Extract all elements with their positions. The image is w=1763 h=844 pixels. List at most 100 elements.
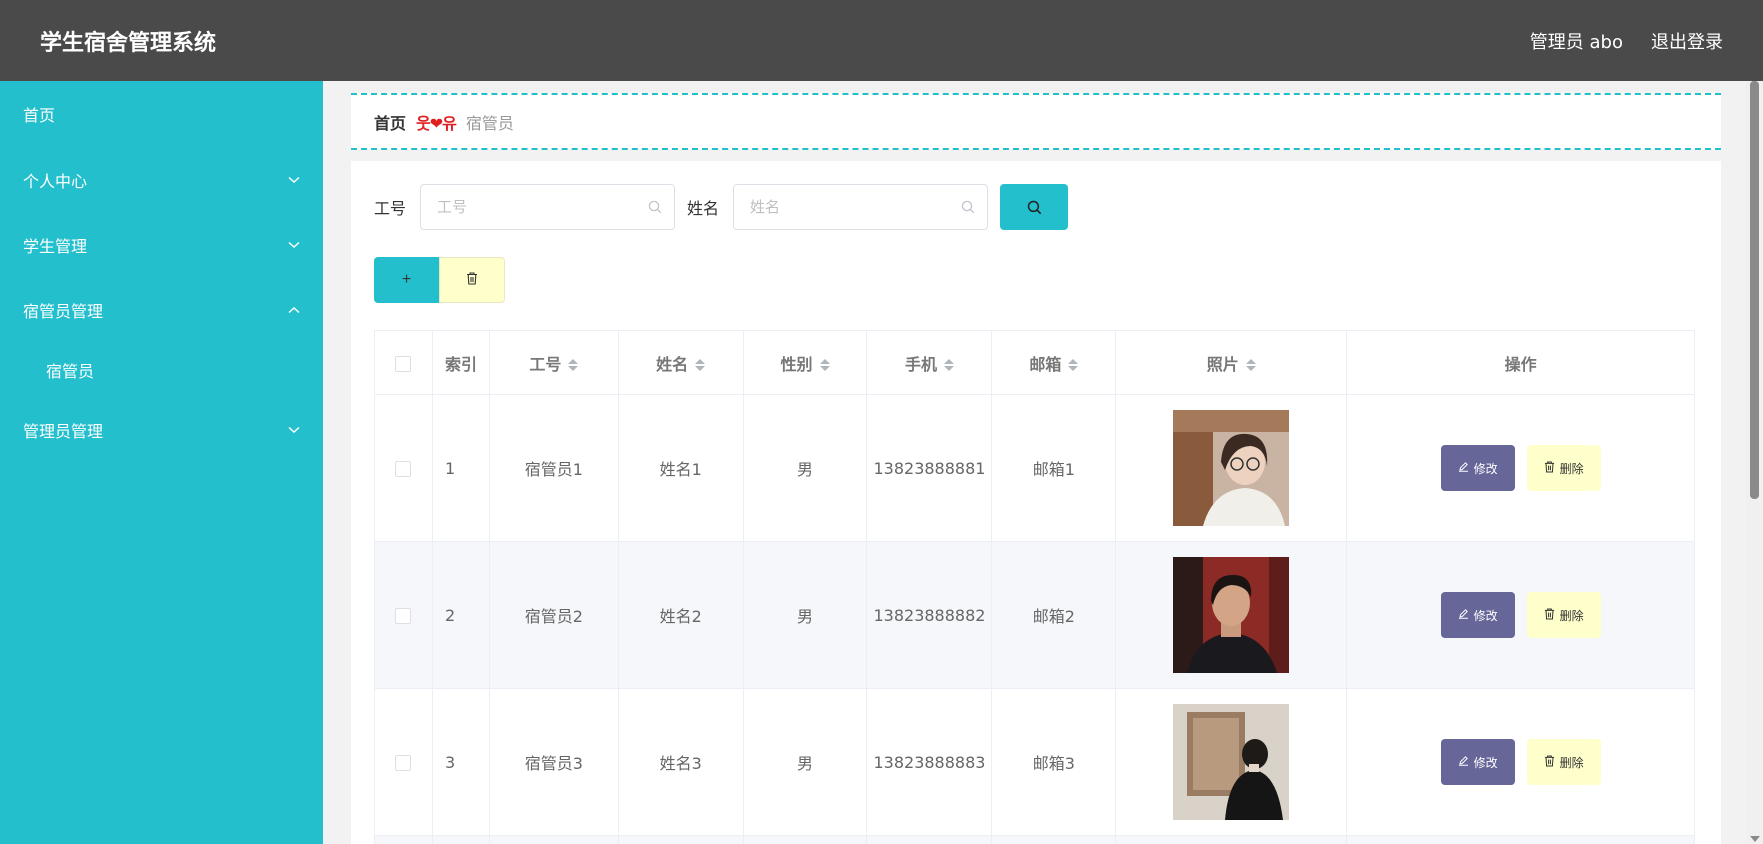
staff-id-cell: 宿管员3 xyxy=(488,688,619,836)
delete-button-label: 删除 xyxy=(1559,461,1584,476)
chevron-down-icon xyxy=(287,423,301,437)
sidebar-menu: 首页 个人中心 学生管理 宿管员管理 宿管员 管理员管理 xyxy=(0,81,323,844)
edit-button[interactable]: 修改 xyxy=(1440,592,1515,638)
staff-id-cell: 宿管员1 xyxy=(488,394,619,542)
sidebar-item-label: 学生管理 xyxy=(23,236,88,256)
edit-button[interactable]: 修改 xyxy=(1440,739,1515,785)
sidebar-item-admin-management[interactable]: 管理员管理 xyxy=(0,397,323,462)
delete-button-label: 删除 xyxy=(1559,755,1584,770)
sort-icon[interactable] xyxy=(568,359,579,371)
photo-thumbnail[interactable] xyxy=(1173,410,1290,526)
sort-icon[interactable] xyxy=(1068,359,1079,371)
gender-cell: 男 xyxy=(742,688,868,836)
bulk-delete-button[interactable] xyxy=(439,257,505,303)
table-row xyxy=(374,835,1695,844)
photo-thumbnail[interactable] xyxy=(1173,557,1290,673)
gender-cell: 男 xyxy=(742,541,868,689)
delete-button[interactable]: 删除 xyxy=(1526,739,1601,785)
column-header-email[interactable]: 邮箱 xyxy=(991,330,1117,395)
edit-button[interactable]: 修改 xyxy=(1440,445,1515,491)
row-checkbox[interactable] xyxy=(395,461,412,477)
column-header-label: 性别 xyxy=(780,354,813,374)
column-header-photo[interactable]: 照片 xyxy=(1115,330,1348,395)
staff-id-field[interactable] xyxy=(420,184,676,230)
main-content: 首页 웃❤유 宿管员 工号 姓名 xyxy=(323,81,1746,844)
column-header-name[interactable]: 姓名 xyxy=(617,330,744,395)
email-cell: 邮箱1 xyxy=(991,394,1117,542)
top-header: 学生宿舍管理系统 管理员 abo 退出登录 xyxy=(0,0,1763,81)
content-panel: 工号 姓名 + xyxy=(351,161,1721,844)
trash-icon xyxy=(1544,754,1555,770)
plus-icon: + xyxy=(401,271,412,288)
delete-button[interactable]: 删除 xyxy=(1526,445,1601,491)
sidebar-item-dorm-manager-management[interactable]: 宿管员管理 xyxy=(0,277,323,342)
column-header-gender[interactable]: 性别 xyxy=(742,330,868,395)
name-label: 姓名 xyxy=(687,199,720,218)
phone-cell: 13823888882 xyxy=(866,541,993,689)
search-button[interactable] xyxy=(1000,184,1069,230)
table-row: 3 宿管员3 姓名3 男 13823888883 邮箱3 修改 删除 xyxy=(374,688,1695,836)
app-title: 学生宿舍管理系统 xyxy=(40,30,217,56)
photo-cell xyxy=(1115,541,1348,689)
breadcrumb-current: 宿管员 xyxy=(465,113,514,133)
photo-thumbnail[interactable] xyxy=(1173,704,1290,820)
breadcrumb-home[interactable]: 首页 xyxy=(374,110,406,134)
sidebar-item-label: 个人中心 xyxy=(23,171,88,191)
trash-icon xyxy=(1544,460,1555,476)
phone-cell: 13823888883 xyxy=(866,688,993,836)
chevron-up-icon xyxy=(287,303,301,317)
header-user-area: 管理员 abo 退出登录 xyxy=(1530,28,1723,54)
select-all-checkbox[interactable] xyxy=(395,355,412,372)
add-button[interactable]: + xyxy=(374,257,439,303)
name-cell: 姓名3 xyxy=(617,688,744,836)
column-header-label: 工号 xyxy=(529,354,562,374)
photo-cell xyxy=(1115,394,1348,542)
staff-id-label: 工号 xyxy=(374,199,407,218)
column-header-label: 照片 xyxy=(1206,354,1239,374)
row-select-cell xyxy=(374,394,433,542)
delete-button[interactable]: 删除 xyxy=(1526,592,1601,638)
name-input[interactable] xyxy=(750,198,962,216)
photo-cell xyxy=(1115,688,1348,836)
email-cell: 邮箱2 xyxy=(991,541,1117,689)
name-field[interactable] xyxy=(733,184,989,230)
edit-icon xyxy=(1458,608,1469,622)
row-checkbox[interactable] xyxy=(395,755,412,771)
table-row: 2 宿管员2 姓名2 男 13823888882 邮箱2 修改 删除 xyxy=(374,541,1695,689)
logout-link[interactable]: 退出登录 xyxy=(1651,28,1723,54)
sort-icon[interactable] xyxy=(695,359,706,371)
sort-icon[interactable] xyxy=(1245,359,1256,371)
email-cell: 邮箱3 xyxy=(991,688,1117,836)
sidebar-item-label: 首页 xyxy=(23,106,56,125)
row-select-cell xyxy=(374,541,433,689)
current-user-label: 管理员 abo xyxy=(1529,31,1623,53)
staff-id-input[interactable] xyxy=(437,198,649,216)
column-header-staff-id[interactable]: 工号 xyxy=(488,330,619,395)
actions-cell: 修改 删除 xyxy=(1346,541,1695,689)
page-scrollbar[interactable] xyxy=(1746,81,1763,844)
scroll-down-arrow-icon[interactable] xyxy=(1750,836,1760,842)
column-header-phone[interactable]: 手机 xyxy=(866,330,993,395)
index-cell: 3 xyxy=(431,688,490,836)
row-select-cell xyxy=(374,688,433,836)
actions-cell: 修改 删除 xyxy=(1346,688,1695,836)
edit-icon xyxy=(1458,461,1469,475)
select-all-cell xyxy=(374,330,433,395)
breadcrumb: 首页 웃❤유 宿管员 xyxy=(351,93,1721,150)
sidebar-item-label: 管理员管理 xyxy=(23,421,104,441)
search-icon xyxy=(961,200,975,214)
search-form: 工号 姓名 xyxy=(374,184,1069,230)
bulk-action-bar: + xyxy=(374,257,505,303)
column-header-actions: 操作 xyxy=(1346,330,1695,395)
name-cell: 姓名1 xyxy=(617,394,744,542)
scrollbar-thumb[interactable] xyxy=(1750,81,1759,499)
sidebar-item-student-management[interactable]: 学生管理 xyxy=(0,212,323,277)
sort-icon[interactable] xyxy=(943,359,954,371)
edit-button-label: 修改 xyxy=(1473,608,1498,623)
table-header-row: 索引 工号 姓名 性别 手机 邮箱 照片 操作 xyxy=(374,330,1695,395)
sidebar-subitem-dorm-manager[interactable]: 宿管员 xyxy=(0,342,323,397)
sidebar-item-home[interactable]: 首页 xyxy=(0,81,323,147)
sidebar-item-personal-center[interactable]: 个人中心 xyxy=(0,147,323,212)
sort-icon[interactable] xyxy=(819,359,830,371)
row-checkbox[interactable] xyxy=(395,608,412,624)
